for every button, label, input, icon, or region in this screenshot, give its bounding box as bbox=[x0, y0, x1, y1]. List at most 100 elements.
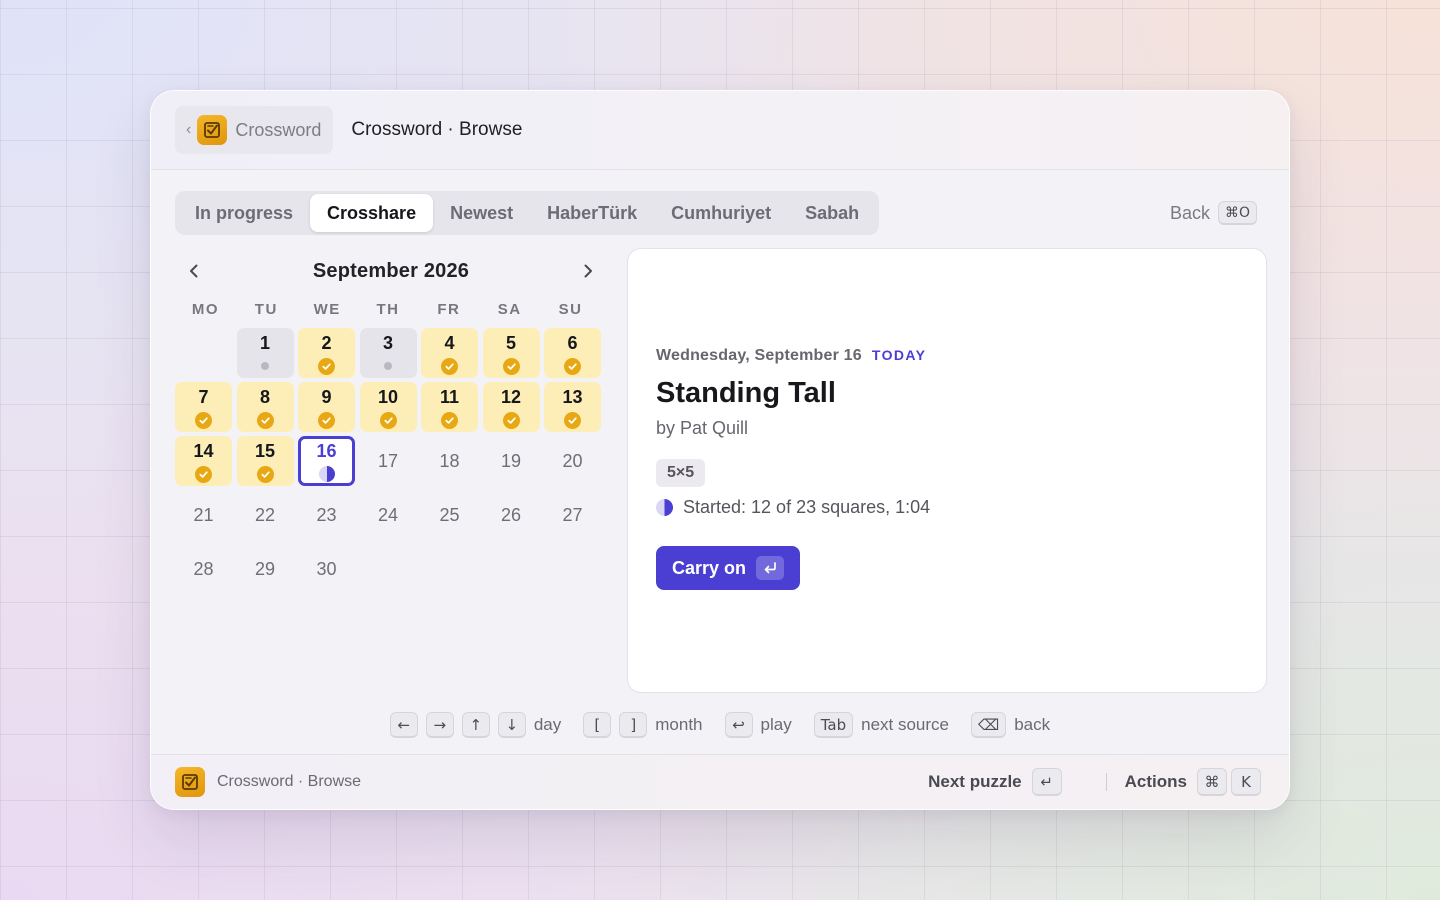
calendar-day-25[interactable]: 25 bbox=[421, 490, 478, 540]
calendar-day-16[interactable]: 16 bbox=[298, 436, 355, 486]
calendar-day-29[interactable]: 29 bbox=[237, 544, 294, 594]
hint-next-source: Tab next source bbox=[813, 712, 949, 738]
tab-key: Tab bbox=[813, 712, 854, 738]
calendar-day-14[interactable]: 14 bbox=[175, 436, 232, 486]
calendar-day-9[interactable]: 9 bbox=[298, 382, 355, 432]
day-number: 20 bbox=[562, 451, 583, 471]
month-calendar: September 2026 MO TU WE TH FR SA SU 1234567891… bbox=[175, 251, 601, 594]
footer-divider bbox=[1105, 773, 1107, 791]
down-arrow-key: ↓ bbox=[497, 712, 526, 738]
right-bracket-key: ] bbox=[619, 712, 648, 738]
tab-crosshare[interactable]: Crosshare bbox=[310, 194, 434, 232]
solved-check-icon bbox=[502, 411, 520, 429]
source-tabs: In progress Crosshare Newest HaberTürk Cumhu… bbox=[175, 191, 880, 235]
calendar-day-18[interactable]: 18 bbox=[421, 436, 478, 486]
calendar-day-20[interactable]: 20 bbox=[544, 436, 601, 486]
back-button-label: Back bbox=[1169, 202, 1210, 223]
tab-newest[interactable]: Newest bbox=[433, 194, 530, 232]
hint-back: ⌫ back bbox=[971, 712, 1050, 738]
calendar-day-26[interactable]: 26 bbox=[483, 490, 540, 540]
footer-actions: Next puzzle ↵ Actions ⌘ K bbox=[928, 768, 1261, 796]
solved-check-icon bbox=[441, 357, 458, 375]
hint-next-source-label: next source bbox=[861, 715, 949, 734]
calendar-day-3[interactable]: 3 bbox=[359, 328, 417, 378]
solved-check-icon bbox=[318, 411, 335, 429]
month-title: September 2026 bbox=[312, 259, 470, 282]
day-number: 12 bbox=[500, 387, 522, 407]
day-number: 9 bbox=[321, 387, 332, 407]
day-number: 24 bbox=[377, 505, 399, 525]
crossword-app-icon bbox=[197, 115, 228, 145]
puzzle-author: by Pat Quill bbox=[656, 418, 749, 438]
enter-key: ↵ bbox=[1031, 768, 1062, 796]
day-number: 13 bbox=[562, 387, 583, 407]
return-key-icon bbox=[756, 556, 785, 580]
calendar-day-2[interactable]: 2 bbox=[298, 328, 355, 378]
chevron-left-icon bbox=[190, 264, 198, 278]
puzzle-title: Standing Tall bbox=[656, 377, 836, 409]
back-button[interactable]: Back ⌘O bbox=[1170, 201, 1257, 225]
next-puzzle-button[interactable]: Next puzzle ↵ bbox=[928, 768, 1062, 796]
carry-on-label: Carry on bbox=[672, 557, 747, 578]
crossword-app-icon bbox=[175, 767, 205, 797]
day-number: 22 bbox=[254, 505, 276, 525]
calendar-day-1[interactable]: 1 bbox=[236, 328, 294, 378]
back-crumb-label: Crossword bbox=[235, 119, 322, 140]
calendar-day-24[interactable]: 24 bbox=[360, 490, 417, 540]
day-number: 15 bbox=[254, 441, 276, 461]
today-badge: TODAY bbox=[871, 347, 927, 363]
actions-button[interactable]: Actions ⌘ K bbox=[1125, 768, 1261, 796]
day-number: 3 bbox=[382, 333, 393, 353]
calendar-day-7[interactable]: 7 bbox=[175, 382, 232, 432]
hint-day-label: day bbox=[533, 715, 562, 734]
calendar-day-28[interactable]: 28 bbox=[175, 544, 232, 594]
day-number: 6 bbox=[567, 333, 578, 353]
tab-habertürk[interactable]: HaberTürk bbox=[530, 194, 654, 232]
keyboard-hints: ← → ↑ ↓ day [ ] month ↩ play Tab next so… bbox=[151, 711, 1289, 739]
day-number: 2 bbox=[321, 333, 332, 353]
hint-play: ↩ play bbox=[724, 712, 792, 738]
calendar-day-15[interactable]: 15 bbox=[236, 436, 294, 486]
calendar-day-12[interactable]: 12 bbox=[482, 382, 540, 432]
solved-check-icon bbox=[379, 411, 397, 429]
calendar-day-5[interactable]: 5 bbox=[482, 328, 540, 378]
footer-bar: Crossword · Browse Next puzzle ↵ Actions… bbox=[151, 754, 1289, 809]
calendar-day-10[interactable]: 10 bbox=[359, 382, 417, 432]
back-to-crossword-button[interactable]: ‹ Crossword bbox=[175, 106, 334, 154]
left-bracket-key: [ bbox=[583, 712, 612, 738]
weekday-label: TH bbox=[376, 301, 400, 318]
day-number: 25 bbox=[439, 505, 460, 525]
day-number: 14 bbox=[193, 441, 214, 461]
backspace-key: ⌫ bbox=[971, 712, 1007, 738]
calendar-day-30[interactable]: 30 bbox=[298, 544, 355, 594]
calendar-day-13[interactable]: 13 bbox=[544, 382, 601, 432]
day-number: 1 bbox=[259, 333, 270, 353]
tab-in-progress[interactable]: In progress bbox=[178, 194, 310, 232]
calendar-day-17[interactable]: 17 bbox=[360, 436, 417, 486]
calendar-day-19[interactable]: 19 bbox=[483, 436, 540, 486]
day-number: 23 bbox=[316, 505, 337, 525]
carry-on-button[interactable]: Carry on bbox=[656, 546, 801, 590]
left-arrow-key: ← bbox=[389, 712, 418, 738]
calendar-day-27[interactable]: 27 bbox=[544, 490, 601, 540]
calendar-day-8[interactable]: 8 bbox=[236, 382, 294, 432]
calendar-day-11[interactable]: 11 bbox=[421, 382, 478, 432]
puzzle-size-chip: 5×5 bbox=[656, 459, 706, 487]
calendar-day-23[interactable]: 23 bbox=[298, 490, 355, 540]
puzzle-date: Wednesday, September 16 bbox=[656, 347, 862, 364]
calendar-day-22[interactable]: 22 bbox=[237, 490, 294, 540]
weekday-label: SU bbox=[558, 301, 583, 318]
day-number: 18 bbox=[439, 451, 460, 471]
tab-sabah[interactable]: Sabah bbox=[788, 194, 876, 232]
calendar-day-4[interactable]: 4 bbox=[421, 328, 478, 378]
weekday-label: TU bbox=[254, 301, 278, 318]
solved-check-icon bbox=[256, 411, 274, 429]
calendar-day-21[interactable]: 21 bbox=[175, 490, 232, 540]
calendar-day-6[interactable]: 6 bbox=[544, 328, 601, 378]
day-number: 8 bbox=[259, 387, 270, 407]
previous-month-button[interactable] bbox=[181, 258, 207, 284]
next-month-button[interactable] bbox=[575, 258, 601, 284]
tab-cumhuriyet[interactable]: Cumhuriyet bbox=[654, 194, 788, 232]
hint-day: ← → ↑ ↓ day bbox=[389, 712, 562, 738]
actions-label: Actions bbox=[1124, 772, 1187, 791]
